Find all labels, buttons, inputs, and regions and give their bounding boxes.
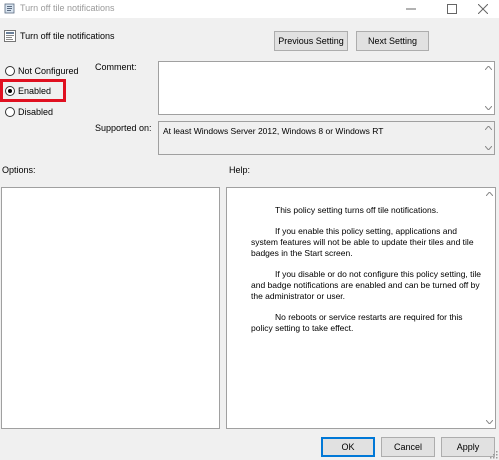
options-label: Options: xyxy=(2,165,36,175)
radio-not-configured[interactable]: Not Configured xyxy=(5,64,79,77)
scroll-up-icon[interactable] xyxy=(484,189,494,199)
help-panel[interactable]: This policy setting turns off tile notif… xyxy=(226,187,496,429)
help-text: This policy setting turns off tile notif… xyxy=(251,205,483,344)
resize-grip-icon[interactable] xyxy=(490,451,498,459)
scroll-down-icon[interactable] xyxy=(483,143,493,153)
options-panel[interactable] xyxy=(1,187,220,429)
supported-scrollbar[interactable] xyxy=(483,123,493,153)
cancel-button[interactable]: Cancel xyxy=(381,437,435,457)
radio-not-configured-label: Not Configured xyxy=(18,65,79,76)
close-button[interactable] xyxy=(468,1,498,17)
radio-enabled-indicator[interactable] xyxy=(5,85,15,96)
scroll-down-icon[interactable] xyxy=(483,103,493,113)
scroll-up-icon[interactable] xyxy=(483,123,493,133)
comment-scrollbar[interactable] xyxy=(483,63,493,113)
supported-on-field: At least Windows Server 2012, Windows 8 … xyxy=(158,121,495,155)
scroll-down-icon[interactable] xyxy=(484,417,494,427)
help-paragraph: If you disable or do not configure this … xyxy=(251,269,482,301)
window-title: Turn off tile notifications xyxy=(20,3,115,13)
scroll-up-icon[interactable] xyxy=(483,63,493,73)
help-paragraph: This policy setting turns off tile notif… xyxy=(275,205,439,215)
help-label: Help: xyxy=(229,165,251,175)
next-setting-button[interactable]: Next Setting xyxy=(356,31,429,51)
minimize-button[interactable] xyxy=(396,1,426,17)
radio-enabled[interactable]: Enabled xyxy=(5,84,51,97)
supported-on-value: At least Windows Server 2012, Windows 8 … xyxy=(163,126,384,136)
help-paragraph: No reboots or service restarts are requi… xyxy=(251,312,463,333)
policy-setting-icon xyxy=(4,30,17,43)
help-paragraph: If you enable this policy setting, appli… xyxy=(251,226,474,258)
policy-title: Turn off tile notifications xyxy=(20,31,115,41)
apply-button[interactable]: Apply xyxy=(441,437,495,457)
group-policy-icon xyxy=(4,3,16,15)
maximize-button[interactable] xyxy=(437,1,467,17)
maximize-icon xyxy=(447,4,457,14)
help-scrollbar[interactable] xyxy=(484,189,494,427)
radio-disabled[interactable]: Disabled xyxy=(5,105,53,118)
ok-button[interactable]: OK xyxy=(321,437,375,457)
comment-label: Comment: xyxy=(95,62,137,72)
title-bar: Turn off tile notifications xyxy=(0,0,499,18)
radio-disabled-label: Disabled xyxy=(18,106,54,117)
radio-disabled-indicator[interactable] xyxy=(5,106,15,117)
comment-textarea[interactable] xyxy=(158,61,495,115)
close-icon xyxy=(478,4,488,14)
radio-not-configured-indicator[interactable] xyxy=(5,65,15,76)
previous-setting-button[interactable]: Previous Setting xyxy=(274,31,348,51)
minimize-icon xyxy=(406,4,416,14)
radio-enabled-label: Enabled xyxy=(18,85,52,96)
supported-on-label: Supported on: xyxy=(95,123,152,133)
